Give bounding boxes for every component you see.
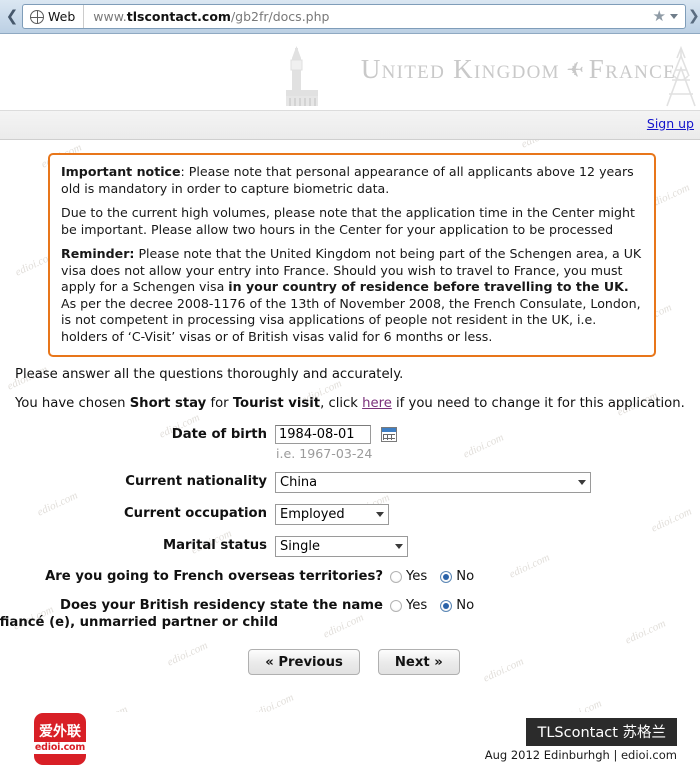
radio-group-british-residency: Yes No [390,597,483,613]
form-row-nationality: Current nationality China [0,472,700,493]
field-current-nationality: China [275,472,700,493]
notice-paragraph-reminder: Reminder: Please note that the United Ki… [61,246,643,345]
toolbar-overflow-icon[interactable]: ❯ [688,4,700,29]
back-arrow-icon[interactable]: ❮ [2,6,22,26]
star-icon[interactable]: ★ [653,9,666,24]
field-date-of-birth: i.e. 1967-03-24 [275,425,700,461]
question-overseas-territories: Are you going to French overseas territo… [45,569,383,584]
edioi-logo-chinese: 爱外联 [39,723,81,740]
field-marital-status: Single [275,536,700,557]
tlscontact-badge: TLScontact 苏格兰 [526,718,677,746]
label-current-nationality: Current nationality [125,474,267,489]
current-occupation-value: Employed [280,507,345,522]
form-row-british-residency: Does your British residency state the na… [0,597,700,631]
url-domain: tlscontact.com [126,9,231,24]
chosen-stay-type: Short stay [129,396,207,411]
instruction-suffix: if you need to change it for this applic… [391,396,685,411]
change-application-type-link[interactable]: here [362,396,392,411]
chevron-down-icon [578,480,586,485]
radio-label-residency-no[interactable]: No [456,598,474,613]
footer-caption: Aug 2012 Edinburhgh | edioi.com [484,748,677,762]
current-nationality-value: China [280,475,318,490]
main-content: Important notice: Please note that perso… [0,140,700,675]
url-input[interactable]: www.tlscontact.com/gb2fr/docs.php [84,9,646,24]
instruction-prefix: You have chosen [15,396,130,411]
label-date-of-birth: Date of birth [171,427,267,442]
radio-overseas-yes[interactable] [390,570,402,583]
banner-country-origin: United Kingdom [360,54,560,84]
form-row-overseas-territories: Are you going to French overseas territo… [0,568,700,585]
url-prefix: www. [93,9,127,24]
site-header: United Kingdom ✈ France [0,34,700,110]
notice-paragraph-volumes: Due to the current high volumes, please … [61,205,643,238]
radio-overseas-no[interactable] [440,570,453,583]
page-banner-title: United Kingdom ✈ France [361,54,676,85]
form-row-date-of-birth: Date of birth i.e. 1967-03-24 [0,425,700,461]
form-instructions: Please answer all the questions thorough… [15,367,700,411]
banner-country-destination: France [588,54,676,84]
chevron-down-icon[interactable] [670,14,678,19]
radio-label-overseas-yes[interactable]: Yes [406,569,427,584]
bookmark-controls[interactable]: ★ [647,9,685,24]
browser-toolbar: ❮ Web www.tlscontact.com/gb2fr/docs.php … [0,0,700,34]
instruction-mid-2: , click [320,396,363,411]
big-ben-icon [286,46,318,106]
instruction-line-2: You have chosen Short stay for Tourist v… [15,396,700,411]
form-row-occupation: Current occupation Employed [0,504,700,525]
chevron-down-icon [395,544,403,549]
marital-status-value: Single [280,539,320,554]
field-current-occupation: Employed [275,504,700,525]
url-path: /gb2fr/docs.php [230,9,330,24]
sign-up-link[interactable]: Sign up [647,116,694,131]
instruction-mid-1: for [206,396,233,411]
question-british-residency: Does your British residency state the na… [0,597,390,631]
form-navigation: « Previous Next » [0,649,700,675]
utility-bar: Sign up [0,110,700,140]
previous-button[interactable]: « Previous [248,649,360,675]
notice-paragraph-important: Important notice: Please note that perso… [61,164,643,197]
notice-text-volumes: Due to the current high volumes, please … [61,205,635,237]
date-of-birth-hint: i.e. 1967-03-24 [276,446,373,461]
visa-application-form: Date of birth i.e. 1967-03-24 Current na… [0,425,700,675]
current-occupation-select[interactable]: Employed [275,504,389,525]
notice-reminder-emphasis: in your country of residence before trav… [228,279,629,294]
current-nationality-select[interactable]: China [275,472,591,493]
instruction-line-1: Please answer all the questions thorough… [15,367,404,382]
airplane-icon: ✈ [564,58,584,82]
chosen-visit-purpose: Tourist visit [232,396,321,411]
label-marital-status: Marital status [163,538,267,553]
notice-lead-separator: : [180,164,189,179]
globe-icon [30,9,44,24]
notice-lead-reminder: Reminder: [61,246,135,261]
radio-label-overseas-no[interactable]: No [456,569,474,584]
label-current-occupation: Current occupation [124,506,267,521]
notice-lead-important: Important notice [61,164,181,179]
radio-residency-yes[interactable] [390,599,402,612]
calendar-icon[interactable] [381,427,398,442]
search-engine-selector[interactable]: Web [23,5,85,28]
date-of-birth-input[interactable] [275,425,371,444]
next-button[interactable]: Next » [377,649,460,675]
radio-label-residency-yes[interactable]: Yes [406,598,427,613]
question-british-residency-line2: of your spouse, fiancé (e), unmarried pa… [0,615,279,630]
question-british-residency-line1: Does your British residency state the na… [60,598,383,613]
notice-reminder-part2: As per the decree 2008-1176 of the 13th … [61,295,641,344]
search-engine-label: Web [48,9,76,24]
radio-group-overseas-territories: Yes No [390,568,483,584]
edioi-logo: 爱外联 edioi.com [31,713,89,765]
address-bar[interactable]: Web www.tlscontact.com/gb2fr/docs.php ★ [22,4,686,29]
chevron-down-icon [376,512,384,517]
marital-status-select[interactable]: Single [275,536,408,557]
important-notice-box: Important notice: Please note that perso… [48,153,656,357]
edioi-logo-domain: edioi.com [31,741,89,754]
form-row-marital-status: Marital status Single [0,536,700,557]
radio-residency-no[interactable] [440,599,453,612]
